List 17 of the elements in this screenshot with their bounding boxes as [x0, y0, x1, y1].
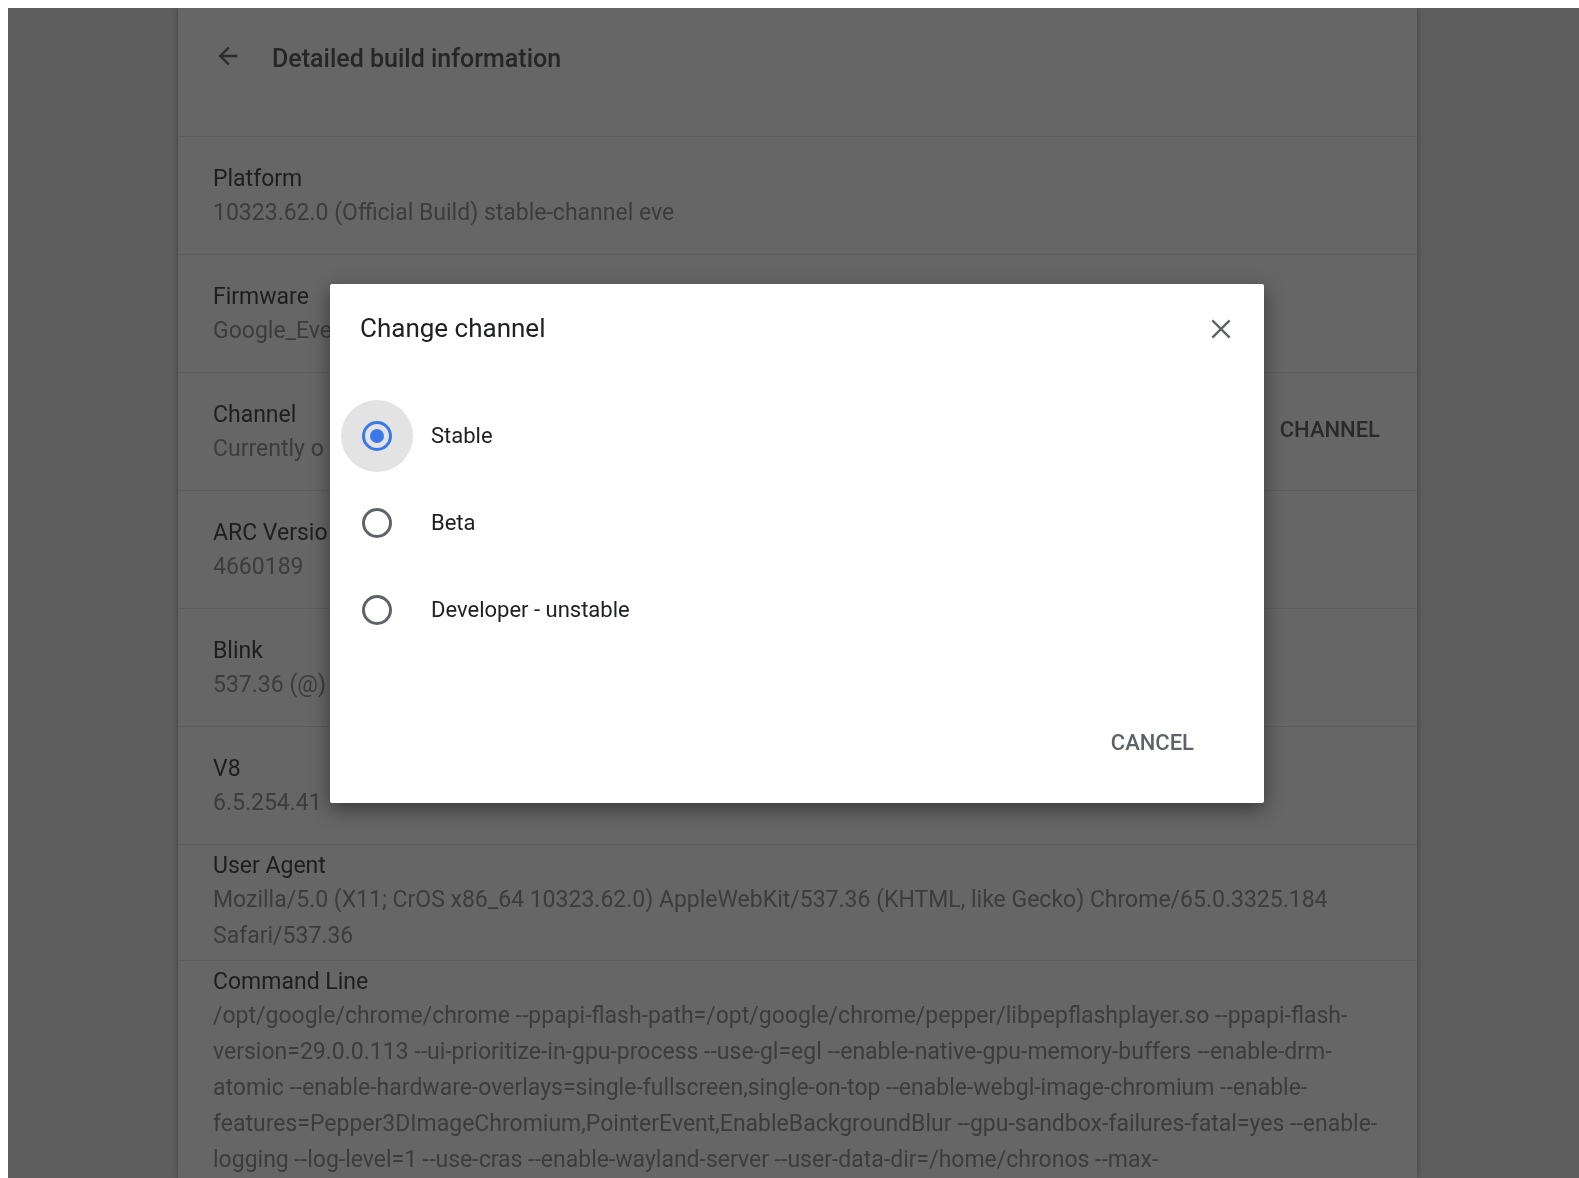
radio-label[interactable]: Developer - unstable [431, 593, 630, 626]
radio-label[interactable]: Stable [431, 419, 493, 452]
row-label: V8 [213, 754, 241, 784]
radio-button[interactable] [362, 507, 392, 538]
row-label: Platform [213, 164, 303, 194]
dialog-title: Change channel [360, 312, 546, 345]
radio-button[interactable] [362, 420, 392, 451]
cancel-button[interactable]: CANCEL [1106, 726, 1198, 759]
row-label: Channel [213, 400, 297, 430]
row-label: Blink [213, 636, 263, 666]
radio-button[interactable] [362, 594, 392, 625]
row-label: User Agent [213, 851, 326, 881]
row-label: Command Line [213, 967, 369, 997]
row-label: ARC Versio [213, 518, 328, 548]
radio-label[interactable]: Beta [431, 506, 476, 539]
row-label: Firmware [213, 282, 309, 312]
page-title: Detailed build information [272, 43, 562, 75]
